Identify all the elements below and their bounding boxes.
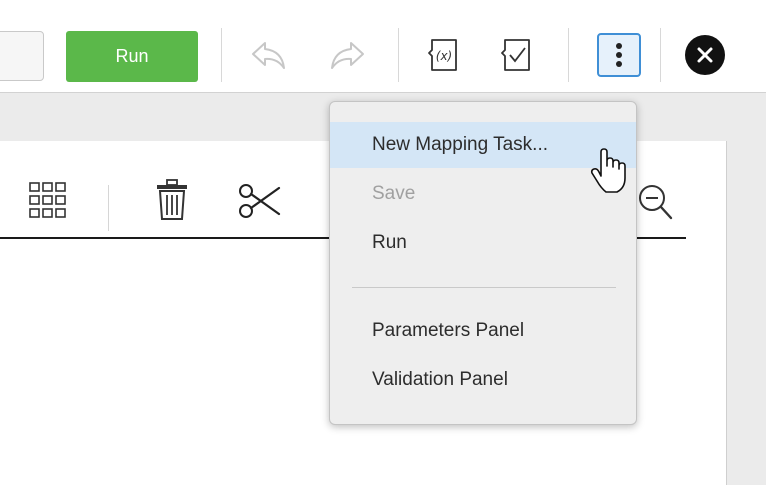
- expression-glyph: (x): [436, 49, 452, 63]
- more-actions-icon: [616, 43, 622, 67]
- menu-item-validation-panel[interactable]: Validation Panel: [330, 357, 636, 403]
- validate-icon[interactable]: [497, 34, 537, 76]
- undo-icon[interactable]: [246, 36, 292, 76]
- close-button[interactable]: [685, 35, 725, 75]
- trash-icon[interactable]: [152, 177, 192, 223]
- menu-item-run[interactable]: Run: [330, 220, 636, 266]
- redo-icon[interactable]: [324, 36, 370, 76]
- top-toolbar: Run (x): [0, 0, 766, 93]
- panel-divider: [108, 185, 109, 231]
- zoom-out-icon[interactable]: [638, 179, 674, 223]
- close-icon: [697, 47, 713, 63]
- toolbar-divider: [398, 28, 399, 82]
- grid-icon[interactable]: [28, 181, 68, 221]
- expression-icon[interactable]: (x): [424, 34, 464, 76]
- toolbar-divider: [660, 28, 661, 82]
- menu-divider: [352, 287, 616, 288]
- more-actions-button[interactable]: [597, 33, 641, 77]
- hand-cursor-icon: [590, 148, 630, 199]
- run-button[interactable]: Run: [66, 31, 198, 82]
- toolbar-divider: [221, 28, 222, 82]
- toolbar-left-button[interactable]: [0, 31, 44, 81]
- toolbar-divider: [568, 28, 569, 82]
- menu-item-parameters-panel[interactable]: Parameters Panel: [330, 308, 636, 354]
- scissors-icon[interactable]: [236, 181, 282, 221]
